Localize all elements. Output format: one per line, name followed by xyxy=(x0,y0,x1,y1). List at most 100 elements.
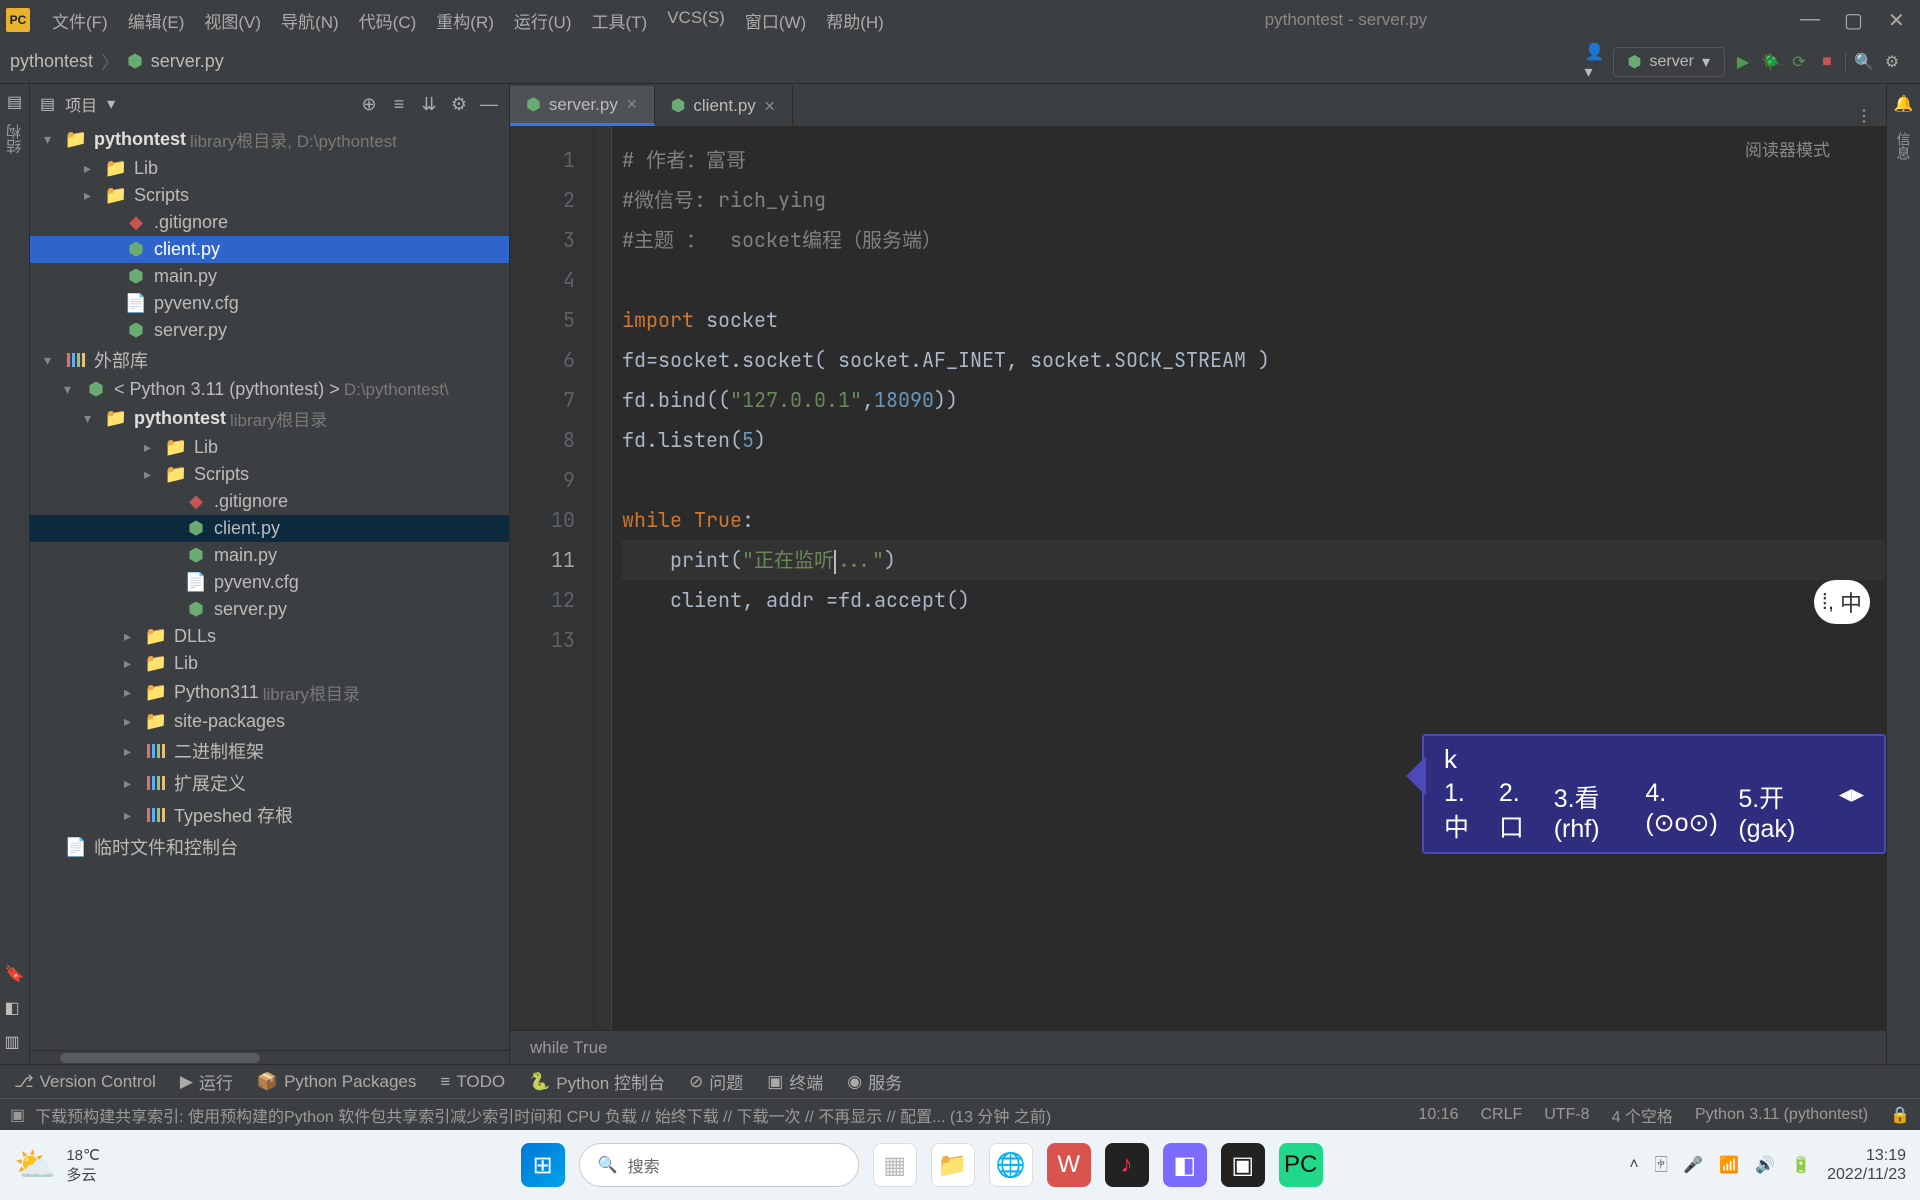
tree-row[interactable]: ▸二进制框架 xyxy=(30,735,509,767)
tree-row[interactable]: ▸📁Scripts xyxy=(30,461,509,488)
expand-all-icon[interactable]: ≡ xyxy=(389,94,409,114)
ime-candidate[interactable]: 5.开(gak) xyxy=(1738,779,1821,844)
reader-mode-label[interactable]: 阅读器模式 xyxy=(1745,136,1830,162)
breadcrumb-file[interactable]: server.py xyxy=(151,51,224,72)
gear-icon[interactable]: ⚙ xyxy=(449,94,469,114)
menu-item[interactable]: 重构(R) xyxy=(428,4,502,37)
collapse-all-icon[interactable]: ⇊ xyxy=(419,94,439,114)
tree-row[interactable]: ◆.gitignore xyxy=(30,209,509,236)
run-config-selector[interactable]: ⬢ server ▾ xyxy=(1613,47,1725,77)
hide-panel-icon[interactable]: — xyxy=(479,94,499,114)
close-button[interactable]: ✕ xyxy=(1888,8,1904,33)
tree-row[interactable]: ⬢server.py xyxy=(30,317,509,344)
tray-volume-icon[interactable]: 🔊 xyxy=(1755,1155,1775,1175)
ime-candidate[interactable]: 4.(⊙o⊙) xyxy=(1645,779,1720,844)
explorer-icon[interactable]: 📁 xyxy=(931,1143,975,1187)
ime-candidate[interactable]: 2.口 xyxy=(1499,779,1536,844)
tree-row[interactable]: ▾📁pythontest library根目录, D:\pythontest xyxy=(30,124,509,155)
ime-lang-badge[interactable]: ⁞, 中 xyxy=(1814,580,1870,624)
status-item[interactable]: UTF-8 xyxy=(1544,1106,1589,1124)
search-icon[interactable]: 🔍 xyxy=(1854,52,1874,72)
maximize-button[interactable]: ▢ xyxy=(1844,8,1860,33)
close-tab-icon[interactable]: ✕ xyxy=(764,98,776,115)
taskbar-search[interactable]: 🔍 搜索 xyxy=(579,1143,859,1187)
app-icon-2[interactable]: ◧ xyxy=(1163,1143,1207,1187)
tree-row[interactable]: ▸📁DLLs xyxy=(30,623,509,650)
tree-row[interactable]: ▸📁site-packages xyxy=(30,708,509,735)
code-editor[interactable]: 12345678910111213 # 作者：富哥#微信号: rich_ying… xyxy=(510,126,1886,1030)
tray-wifi-icon[interactable]: 📶 xyxy=(1719,1155,1739,1175)
menu-item[interactable]: 代码(C) xyxy=(351,4,425,37)
locate-icon[interactable]: ⊕ xyxy=(359,94,379,114)
tree-row[interactable]: ◆.gitignore xyxy=(30,488,509,515)
tree-row[interactable]: ▸📁Lib xyxy=(30,155,509,182)
minimize-button[interactable]: — xyxy=(1800,8,1816,33)
ime-candidates[interactable]: 1.中 2.口 3.看(rhf) 4.(⊙o⊙) 5.开(gak) ◂▸ xyxy=(1444,779,1864,844)
code-breadcrumb-item[interactable]: while True xyxy=(530,1038,607,1058)
build-icon[interactable]: ▥ xyxy=(5,1032,25,1052)
add-user-icon[interactable]: 👤▾ xyxy=(1585,52,1605,72)
tray-mic-icon[interactable]: 🎤 xyxy=(1683,1155,1703,1175)
bottom-tab[interactable]: ◉服务 xyxy=(847,1069,902,1094)
status-item[interactable]: 10:16 xyxy=(1418,1106,1458,1124)
ime-popup[interactable]: k 1.中2.口3.看(rhf)4.(⊙o⊙)5.开(gak)◂▸ xyxy=(1422,734,1886,854)
status-message[interactable]: 下载预构建共享索引: 使用预构建的Python 软件包共享索引减少索引时间和 C… xyxy=(35,1103,1051,1127)
database-icon[interactable]: 信息 xyxy=(1894,132,1914,160)
tree-row[interactable]: ▾外部库 xyxy=(30,344,509,376)
breadcrumb-project[interactable]: pythontest xyxy=(10,51,93,72)
tree-row[interactable]: ▸扩展定义 xyxy=(30,767,509,799)
bottom-tab[interactable]: ⎇Version Control xyxy=(14,1072,156,1092)
ime-candidate[interactable]: 1.中 xyxy=(1444,779,1481,844)
tab-server[interactable]: ⬢ server.py ✕ xyxy=(510,86,655,126)
bookmarks-icon[interactable]: 🔖 xyxy=(5,964,25,984)
structure-label[interactable]: 结构 xyxy=(4,124,25,154)
tree-row[interactable]: ⬢client.py xyxy=(30,236,509,263)
notifications-icon[interactable]: 🔔 xyxy=(1894,94,1914,114)
edge-icon[interactable]: 🌐 xyxy=(989,1143,1033,1187)
menu-item[interactable]: 窗口(W) xyxy=(737,4,814,37)
tree-row[interactable]: ⬢main.py xyxy=(30,263,509,290)
project-tool-icon[interactable]: ▤ xyxy=(7,92,22,112)
tray-battery-icon[interactable]: 🔋 xyxy=(1791,1155,1811,1175)
tray-chevron-icon[interactable]: ˄ xyxy=(1629,1156,1638,1174)
stop-button[interactable]: ■ xyxy=(1817,52,1837,72)
tree-row[interactable]: ▸Typeshed 存根 xyxy=(30,799,509,831)
tray-lang-icon[interactable]: 🀄︎ xyxy=(1655,1156,1668,1174)
menu-item[interactable]: 帮助(H) xyxy=(818,4,892,37)
tree-row[interactable]: 📄pyvenv.cfg xyxy=(30,290,509,317)
bottom-tab[interactable]: 📦Python Packages xyxy=(257,1072,416,1092)
pycharm-icon[interactable]: PC xyxy=(1279,1143,1323,1187)
menu-item[interactable]: 视图(V) xyxy=(196,4,269,37)
close-tab-icon[interactable]: ✕ xyxy=(626,96,638,113)
task-view-icon[interactable]: ▦ xyxy=(873,1143,917,1187)
ime-nav[interactable]: ◂▸ xyxy=(1839,779,1864,844)
tree-row[interactable]: ▸📁Lib xyxy=(30,434,509,461)
tree-row[interactable]: 📄临时文件和控制台 xyxy=(30,831,509,863)
bottom-tab[interactable]: ▶运行 xyxy=(180,1069,233,1094)
tree-row[interactable]: 📄pyvenv.cfg xyxy=(30,569,509,596)
taskbar-weather[interactable]: ⛅ 18℃ 多云 xyxy=(14,1145,214,1185)
debug-button[interactable]: 🪲 xyxy=(1761,52,1781,72)
tree-row[interactable]: ⬢client.py xyxy=(30,515,509,542)
tree-row[interactable]: ▾📁pythontest library根目录 xyxy=(30,403,509,434)
chevron-down-icon[interactable]: ▾ xyxy=(107,94,115,114)
app-icon-1[interactable]: ♪ xyxy=(1105,1143,1149,1187)
bottom-tab[interactable]: ⊘问题 xyxy=(689,1069,743,1094)
settings-icon[interactable]: ⚙ xyxy=(1882,52,1902,72)
ime-candidate[interactable]: 3.看(rhf) xyxy=(1554,779,1628,844)
wps-icon[interactable]: W xyxy=(1047,1143,1091,1187)
menu-item[interactable]: VCS(S) xyxy=(659,4,733,37)
tree-row[interactable]: ▸📁Scripts xyxy=(30,182,509,209)
menu-item[interactable]: 编辑(E) xyxy=(120,4,193,37)
tree-row[interactable]: ⬢main.py xyxy=(30,542,509,569)
bottom-tab[interactable]: ≡TODO xyxy=(440,1072,505,1092)
status-item[interactable]: 4 个空格 xyxy=(1612,1103,1673,1127)
favorites-icon[interactable]: ◧ xyxy=(5,998,25,1018)
tree-row[interactable]: ▸📁Lib xyxy=(30,650,509,677)
menu-item[interactable]: 导航(N) xyxy=(273,4,347,37)
project-tree[interactable]: ▾📁pythontest library根目录, D:\pythontest▸📁… xyxy=(30,124,509,1050)
bottom-tab[interactable]: ▣终端 xyxy=(767,1069,823,1094)
tabs-menu-icon[interactable]: ⋮ xyxy=(1856,106,1886,126)
app-icon-3[interactable]: ▣ xyxy=(1221,1143,1265,1187)
run-with-coverage-button[interactable]: ⟳ xyxy=(1789,52,1809,72)
